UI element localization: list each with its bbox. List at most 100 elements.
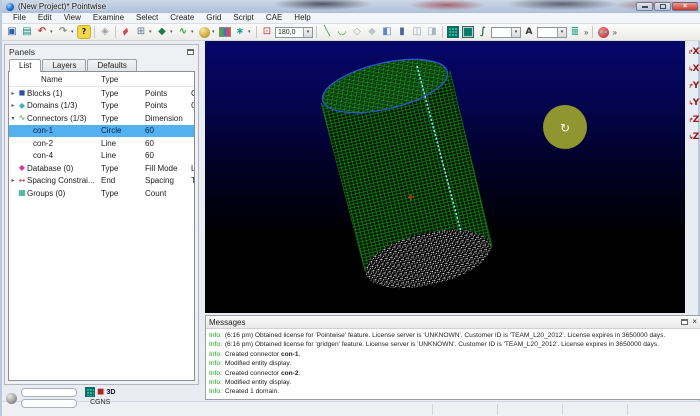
expand-arrow-icon[interactable]: ▸ <box>9 90 17 97</box>
smooth-icon[interactable]: ∫ <box>476 25 490 39</box>
panels-dock: Panels List Layers Defaults Name Type ▸◼… <box>4 44 199 385</box>
float-messages-icon[interactable] <box>681 319 688 325</box>
undo-dropdown-icon[interactable]: ▾ <box>50 29 55 35</box>
connector-dropdown-icon[interactable]: ▾ <box>191 29 196 35</box>
tab-list[interactable]: List <box>9 59 41 72</box>
mesh-cylinder <box>317 49 496 299</box>
row-label: Database (0) <box>27 164 73 173</box>
two-point-curve-icon[interactable]: ╲ <box>320 25 334 39</box>
save-icon[interactable]: ▣ <box>5 25 19 39</box>
expand-arrow-icon[interactable]: ▸ <box>9 102 17 109</box>
layers-icon[interactable]: ≣ <box>568 25 582 39</box>
messages-header: Messages × <box>206 316 700 329</box>
paintbrush-icon[interactable]: ▰ <box>116 22 136 42</box>
empty-combo-2[interactable]: ▾ <box>537 27 567 38</box>
tree-row-blocks[interactable]: ▸◼Blocks (1) Type Points Cells <box>9 87 194 100</box>
arc-curve-icon[interactable]: ◡ <box>335 25 349 39</box>
view-plus-y-button[interactable]: ↱Y <box>687 79 700 94</box>
block-cube-icon[interactable]: ⊞ <box>134 25 148 39</box>
tree-row-con-4[interactable]: con-4 Line 60 <box>9 150 194 163</box>
status-field-2[interactable] <box>21 399 77 408</box>
connector-curve-icon[interactable]: ∿ <box>176 25 190 39</box>
view-plus-x-button[interactable]: ↱X <box>687 45 700 60</box>
combo-dropdown-icon[interactable]: ▾ <box>303 28 312 37</box>
view-minus-y-button[interactable]: ↳Y <box>687 96 700 111</box>
view-screen-icon[interactable]: ⊡ <box>260 25 274 39</box>
column-type[interactable]: Type <box>101 75 145 84</box>
toolbar: ▣ ▤ ↶ ▾ ↷ ▾ ? ◈ ▰ ⊞ ▾ ◆ ▾ ∿ ▾ ▾ ∗ ▾ ⊡ 18… <box>2 24 700 41</box>
extrude-spider-icon[interactable]: ∗ <box>233 25 247 39</box>
redo-icon[interactable]: ↷ <box>56 25 70 39</box>
row-label: Blocks (1) <box>27 89 63 98</box>
tree-row-connectors[interactable]: ▾∿Connectors (1/3) Type Dimension <box>9 112 194 125</box>
dimension-label: 3D <box>106 389 115 396</box>
domain-diamond-icon[interactable]: ◆ <box>155 25 169 39</box>
undo-icon[interactable]: ↶ <box>35 25 49 39</box>
help-icon[interactable]: ? <box>77 25 91 39</box>
blocks-icon: ◼ <box>17 89 27 97</box>
collapse-arrow-icon[interactable]: ▾ <box>9 115 17 122</box>
redo-dropdown-icon[interactable]: ▾ <box>71 29 76 35</box>
solve-grid-icon[interactable] <box>446 25 460 39</box>
cylinder-icon-2[interactable]: ◨ <box>425 25 439 39</box>
open-icon[interactable]: ▤ <box>20 25 34 39</box>
tree-row-con-2[interactable]: con-2 Line 60 <box>9 137 194 150</box>
block-dropdown-icon[interactable]: ▾ <box>149 29 154 35</box>
menu-create[interactable]: Create <box>164 13 200 23</box>
viewport[interactable]: ↻ <box>205 41 685 313</box>
maximize-button[interactable] <box>654 2 671 11</box>
float-panel-icon[interactable] <box>187 49 194 55</box>
annotate-text-icon[interactable]: A <box>522 25 536 39</box>
menu-select[interactable]: Select <box>130 13 164 23</box>
rotation-angle-combo[interactable]: 180,0 ▾ <box>275 27 313 38</box>
image-icon[interactable] <box>218 25 232 39</box>
empty-combo-1[interactable]: ▾ <box>491 27 521 38</box>
image-glyph <box>219 27 231 37</box>
menu-cae[interactable]: CAE <box>260 13 288 23</box>
panels-tabs: List Layers Defaults <box>5 58 198 72</box>
view-minus-x-button[interactable]: ↳X <box>687 62 700 77</box>
combo-dropdown-icon[interactable]: ▾ <box>557 28 566 37</box>
view-minus-z-button[interactable]: ↳Z <box>687 130 700 145</box>
cylinder-icon-1[interactable]: ◫ <box>410 25 424 39</box>
title-bar[interactable]: (New Project)* Pointwise × <box>2 0 700 13</box>
menu-grid[interactable]: Grid <box>200 13 227 23</box>
tree-row-domains[interactable]: ▸◆Domains (1/3) Type Points Cells <box>9 100 194 113</box>
groups-icon: ▦ <box>17 189 27 197</box>
database-dropdown-icon[interactable]: ▾ <box>212 29 217 35</box>
status-left-cluster: ◼ 3D CGNS <box>6 386 206 414</box>
lightbulb-icon[interactable]: ◈ <box>98 25 112 39</box>
brick-icon[interactable]: ▮ <box>395 25 409 39</box>
solve-grid-active-icon[interactable] <box>461 25 475 39</box>
domain-dropdown-icon[interactable]: ▾ <box>170 29 175 35</box>
menu-edit[interactable]: Edit <box>32 13 58 23</box>
combo-dropdown-icon[interactable]: ▾ <box>511 28 520 37</box>
row-label: Groups (0) <box>27 189 65 198</box>
database-sphere-icon[interactable] <box>197 25 211 39</box>
close-button[interactable]: × <box>672 2 698 11</box>
tree-row-groups[interactable]: ▦Groups (0) Type Count <box>9 187 194 200</box>
tree-row-con-1[interactable]: con-1 Circle 60 <box>9 125 194 138</box>
diamond-solid-icon[interactable]: ◆ <box>365 25 379 39</box>
extrude-dropdown-icon[interactable]: ▾ <box>248 29 253 35</box>
menu-file[interactable]: File <box>7 13 32 23</box>
view-plus-z-button[interactable]: ↱Z <box>687 113 700 128</box>
close-messages-icon[interactable]: × <box>692 318 697 326</box>
tree-row-spacing-constraints[interactable]: ▸↔Spacing Constrai... End Spacing Type <box>9 175 194 188</box>
menu-view[interactable]: View <box>58 13 87 23</box>
messages-title: Messages <box>209 318 245 327</box>
wedge-icon[interactable]: ◧ <box>380 25 394 39</box>
menu-examine[interactable]: Examine <box>87 13 130 23</box>
status-field-1[interactable] <box>21 388 77 397</box>
toolbar-overflow-icon-1[interactable]: » <box>583 28 589 37</box>
menu-bar: File Edit View Examine Select Create Gri… <box>2 13 700 24</box>
toolbar-overflow-icon-2[interactable]: » <box>611 28 617 37</box>
examine-mask-icon[interactable] <box>596 25 610 39</box>
expand-arrow-icon[interactable]: ▸ <box>9 177 17 184</box>
diamond-outline-icon[interactable]: ◇ <box>350 25 364 39</box>
column-name[interactable]: Name <box>9 75 101 84</box>
menu-help[interactable]: Help <box>288 13 316 23</box>
minimize-button[interactable] <box>636 2 653 11</box>
menu-script[interactable]: Script <box>227 13 259 23</box>
tree-row-database[interactable]: ◆Database (0) Type Fill Mode Line ... <box>9 162 194 175</box>
